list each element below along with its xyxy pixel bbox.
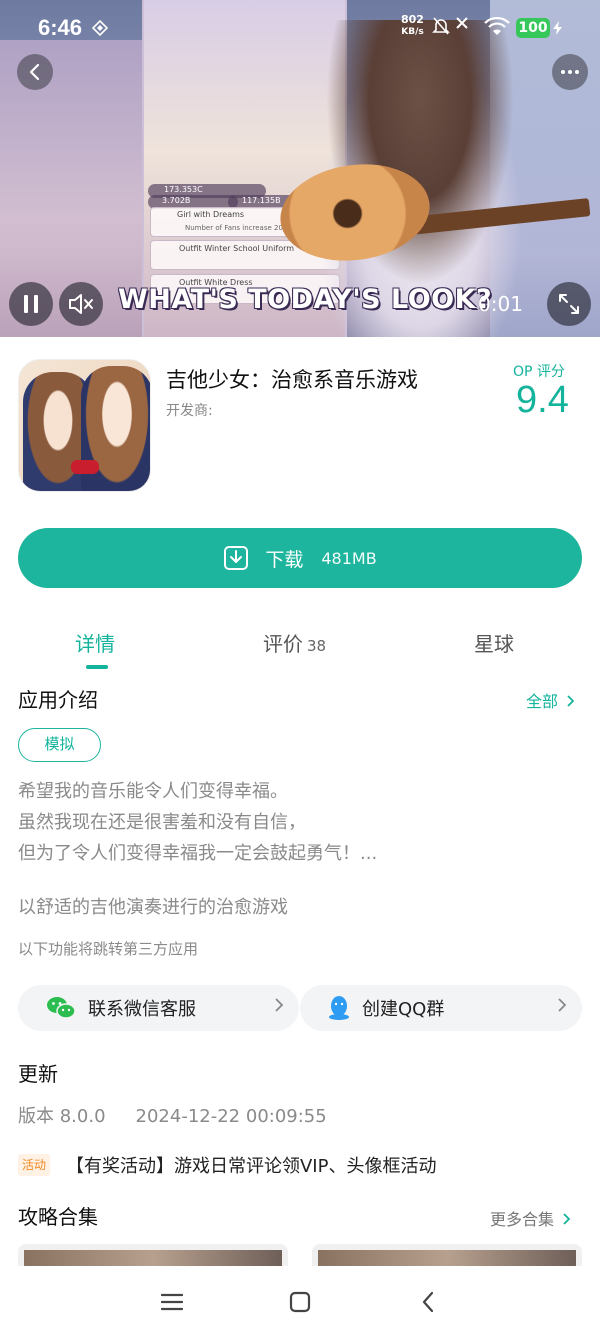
wechat-label: 联系微信客服: [88, 999, 196, 1020]
wifi-icon: [484, 17, 510, 35]
network-speed-value: 802: [401, 13, 424, 26]
pause-icon: [24, 295, 38, 313]
chevron-right-icon: [274, 997, 284, 1016]
pause-button[interactable]: [9, 282, 53, 326]
qq-label: 创建QQ群: [362, 999, 445, 1020]
app-icon: [18, 359, 151, 492]
app-header: 吉他少女：治愈系音乐游戏 开发商: OP 评分 9.4: [0, 337, 600, 507]
diamond-notification-icon: [92, 20, 108, 36]
intro-more-label: 全部: [526, 692, 559, 711]
game-item-title: Girl with Dreams: [177, 210, 245, 219]
video-time: 0:01: [478, 292, 523, 316]
ellipsis-icon: [561, 70, 579, 74]
create-qq-group-button[interactable]: 创建QQ群: [300, 985, 582, 1031]
download-button[interactable]: 下载 481MB: [18, 528, 582, 588]
tab-details-label: 详情: [75, 632, 115, 656]
intro-title: 应用介绍: [18, 688, 98, 712]
guides-title: 攻略合集: [18, 1205, 98, 1229]
tab-details[interactable]: 详情: [75, 628, 115, 657]
download-size: 481MB: [321, 548, 377, 568]
chevron-right-icon: [562, 1210, 571, 1229]
app-icon-bow: [71, 460, 99, 474]
network-speed-unit: KB/s: [401, 27, 424, 37]
network-speed: 802 KB/s: [401, 14, 424, 38]
home-square-icon: [289, 1291, 311, 1313]
status-time: 6:46: [38, 15, 83, 40]
update-title: 更新: [18, 1062, 58, 1086]
active-tab-indicator: [86, 665, 108, 669]
intro-more-link[interactable]: 全部: [526, 688, 575, 712]
tab-reviews-count: 38: [307, 637, 327, 655]
third-party-hint: 以下功能将跳转第三方应用: [18, 940, 199, 958]
tab-planet-label: 星球: [474, 632, 514, 656]
update-date: 2024-12-22 00:09:55: [135, 1106, 327, 1127]
game-stat-text: 117.135B: [242, 196, 281, 205]
bell-muted-icon: [432, 17, 450, 35]
description-line: 虽然我现在还是很害羞和没有自信，: [18, 812, 306, 833]
speaker-muted-icon: [69, 294, 93, 314]
app-description: 希望我的音乐能令人们变得幸福。 虽然我现在还是很害羞和没有自信， 但为了令人们变…: [18, 776, 377, 869]
video-caption: WHAT'S TODAY'S LOOK?: [118, 284, 493, 315]
app-score: 9.4: [516, 379, 569, 421]
tab-bar: 详情 评价 38 星球: [0, 620, 600, 672]
menu-icon: [161, 1293, 183, 1311]
score-label: OP 评分: [513, 364, 565, 380]
nav-back-button[interactable]: [408, 1282, 448, 1322]
chevron-left-icon: [29, 63, 40, 81]
expand-icon: [559, 294, 579, 314]
activity-badge: 活动: [18, 1154, 51, 1176]
no-sim-icon: [456, 17, 468, 29]
mute-button[interactable]: [59, 282, 103, 326]
app-tagline: 以舒适的吉他演奏进行的治愈游戏: [18, 897, 288, 918]
version-text: 版本 8.0.0: [18, 1106, 106, 1127]
status-bar: 6:46 802 KB/s 100: [0, 0, 600, 56]
chevron-left-icon: [422, 1291, 434, 1313]
activity-link[interactable]: 【有奖活动】游戏日常评论领VIP、头像框活动: [66, 1152, 436, 1178]
chevron-right-icon: [557, 997, 567, 1016]
guides-more-link[interactable]: 更多合集: [490, 1206, 571, 1230]
home-button[interactable]: [280, 1282, 320, 1322]
charging-icon: [553, 21, 562, 35]
tab-reviews[interactable]: 评价 38: [263, 628, 326, 657]
genre-tag[interactable]: 模拟: [18, 728, 101, 762]
developer-label[interactable]: 开发商:: [166, 400, 213, 420]
tab-planet[interactable]: 星球: [474, 628, 514, 657]
app-name: 吉他少女：治愈系音乐游戏: [166, 368, 418, 392]
recent-apps-button[interactable]: [152, 1282, 192, 1322]
game-item-title: Outfit Winter School Uniform: [179, 244, 295, 253]
battery-indicator: 100: [516, 18, 550, 38]
wechat-support-button[interactable]: 联系微信客服: [18, 985, 299, 1031]
more-options-button[interactable]: [552, 54, 588, 90]
download-label: 下载: [265, 548, 304, 571]
update-info: 版本 8.0.0 2024-12-22 00:09:55: [18, 1102, 357, 1128]
description-line: 希望我的音乐能令人们变得幸福。: [18, 781, 288, 802]
back-button[interactable]: [17, 54, 53, 90]
guides-more-label: 更多合集: [490, 1210, 555, 1229]
tab-reviews-label: 评价: [263, 632, 303, 656]
game-stat-text: 3.702B: [162, 196, 191, 205]
fullscreen-button[interactable]: [547, 282, 591, 326]
download-icon: [224, 546, 249, 570]
game-stat-text: 173.353C: [164, 185, 203, 194]
description-line: 但为了令人们变得幸福我一定会鼓起勇气！...: [18, 843, 378, 864]
system-navigation-bar: [0, 1266, 600, 1333]
qq-icon: [329, 996, 349, 1020]
wechat-icon: [47, 997, 76, 1019]
chevron-right-icon: [566, 692, 575, 711]
